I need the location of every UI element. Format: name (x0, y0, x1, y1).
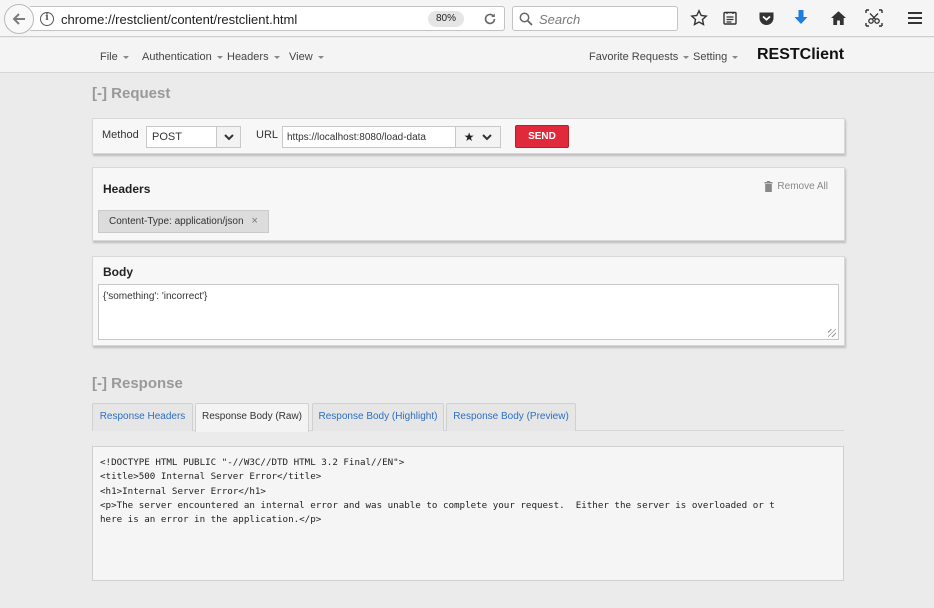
url-favorite-dropdown[interactable]: ★ (456, 126, 501, 148)
url-input[interactable]: https://localhost:8080/load-data (282, 126, 456, 148)
search-icon (519, 12, 533, 26)
body-title: Body (103, 265, 133, 279)
pocket-icon[interactable] (756, 8, 776, 28)
request-line-panel: Method POST URL https://localhost:8080/l… (92, 118, 845, 154)
star-icon: ★ (463, 130, 475, 144)
back-button[interactable] (4, 4, 34, 34)
menu-setting[interactable]: Setting (693, 51, 739, 63)
tab-response-body-highlight[interactable]: Response Body (Highlight) (312, 403, 444, 431)
chevron-down-icon (216, 55, 223, 59)
body-textarea[interactable]: {'something': 'incorrect'} (98, 284, 839, 340)
chevron-down-icon (122, 55, 129, 59)
menu-authentication[interactable]: Authentication (142, 51, 223, 63)
address-bar[interactable]: i chrome://restclient/content/restclient… (30, 6, 505, 31)
response-line: <title>500 Internal Server Error</title> (100, 471, 322, 483)
app-navbar: File Authentication Headers View Favorit… (0, 38, 934, 73)
tab-response-headers[interactable]: Response Headers (92, 403, 193, 431)
search-field[interactable]: Search (512, 6, 678, 31)
menu-favorite-requests[interactable]: Favorite Requests (589, 51, 690, 63)
chevron-down-icon (732, 55, 739, 59)
header-tag-label: Content-Type: application/json (109, 216, 244, 227)
url-input-value: https://localhost:8080/load-data (287, 132, 426, 143)
menu-favorite-requests-label: Favorite Requests (589, 51, 679, 63)
info-icon[interactable]: i (40, 12, 54, 26)
address-bar-url[interactable]: chrome://restclient/content/restclient.h… (61, 12, 297, 27)
reload-icon[interactable] (480, 9, 500, 29)
menu-file-label: File (100, 51, 118, 63)
body-panel: Body {'something': 'incorrect'} (92, 256, 845, 346)
home-icon[interactable] (828, 8, 848, 28)
chevron-down-icon (683, 55, 690, 59)
tab-response-body-raw[interactable]: Response Body (Raw) (195, 403, 309, 432)
menu-view[interactable]: View (289, 51, 324, 63)
menu-headers-label: Headers (227, 51, 269, 63)
method-value: POST (152, 131, 182, 143)
response-section-title[interactable]: [-] Response (92, 375, 183, 392)
chevron-down-icon (273, 55, 280, 59)
reading-list-icon[interactable] (720, 8, 740, 28)
resize-handle[interactable] (828, 329, 836, 337)
remove-all-button[interactable]: Remove All (764, 181, 828, 192)
bookmark-star-icon[interactable] (689, 8, 709, 28)
body-value: {'something': 'incorrect'} (103, 291, 208, 302)
send-button[interactable]: SEND (515, 125, 569, 148)
request-section-title[interactable]: [-] Request (92, 85, 170, 102)
method-select[interactable]: POST (146, 126, 241, 148)
header-tag[interactable]: Content-Type: application/json × (98, 210, 269, 233)
url-label: URL (256, 129, 279, 141)
chevron-down-icon (482, 134, 492, 141)
chevron-down-icon (216, 127, 240, 147)
tab-response-body-preview[interactable]: Response Body (Preview) (446, 403, 576, 431)
response-line: here is an error in the application.</p> (100, 514, 322, 526)
headers-title: Headers (103, 182, 151, 196)
search-placeholder: Search (539, 12, 581, 27)
screenshot-scissors-icon[interactable] (864, 8, 884, 28)
zoom-level-badge[interactable]: 80% (428, 11, 464, 27)
menu-file[interactable]: File (100, 51, 129, 63)
close-icon[interactable]: × (252, 215, 258, 227)
response-line: <p>The server encountered an internal er… (100, 499, 775, 511)
download-icon[interactable] (791, 8, 811, 28)
headers-panel: Headers Remove All Content-Type: applica… (92, 167, 845, 241)
method-label: Method (102, 129, 139, 141)
menu-view-label: View (289, 51, 313, 63)
chevron-down-icon (317, 55, 324, 59)
menu-headers[interactable]: Headers (227, 51, 280, 63)
response-tabs: Response Headers Response Body (Raw) Res… (92, 403, 844, 432)
menu-setting-label: Setting (693, 51, 728, 63)
browser-toolbar: i chrome://restclient/content/restclient… (0, 0, 934, 37)
back-arrow-icon (12, 13, 25, 25)
response-line: <!DOCTYPE HTML PUBLIC "-//W3C//DTD HTML … (100, 457, 405, 468)
trash-icon (764, 181, 773, 192)
hamburger-menu-icon[interactable] (905, 8, 925, 28)
response-line: <h1>Internal Server Error</h1> (100, 485, 266, 497)
menu-authentication-label: Authentication (142, 51, 212, 63)
remove-all-label: Remove All (777, 181, 828, 192)
app-brand[interactable]: RESTClient (757, 46, 844, 64)
response-body-raw[interactable]: <!DOCTYPE HTML PUBLIC "-//W3C//DTD HTML … (92, 446, 844, 581)
